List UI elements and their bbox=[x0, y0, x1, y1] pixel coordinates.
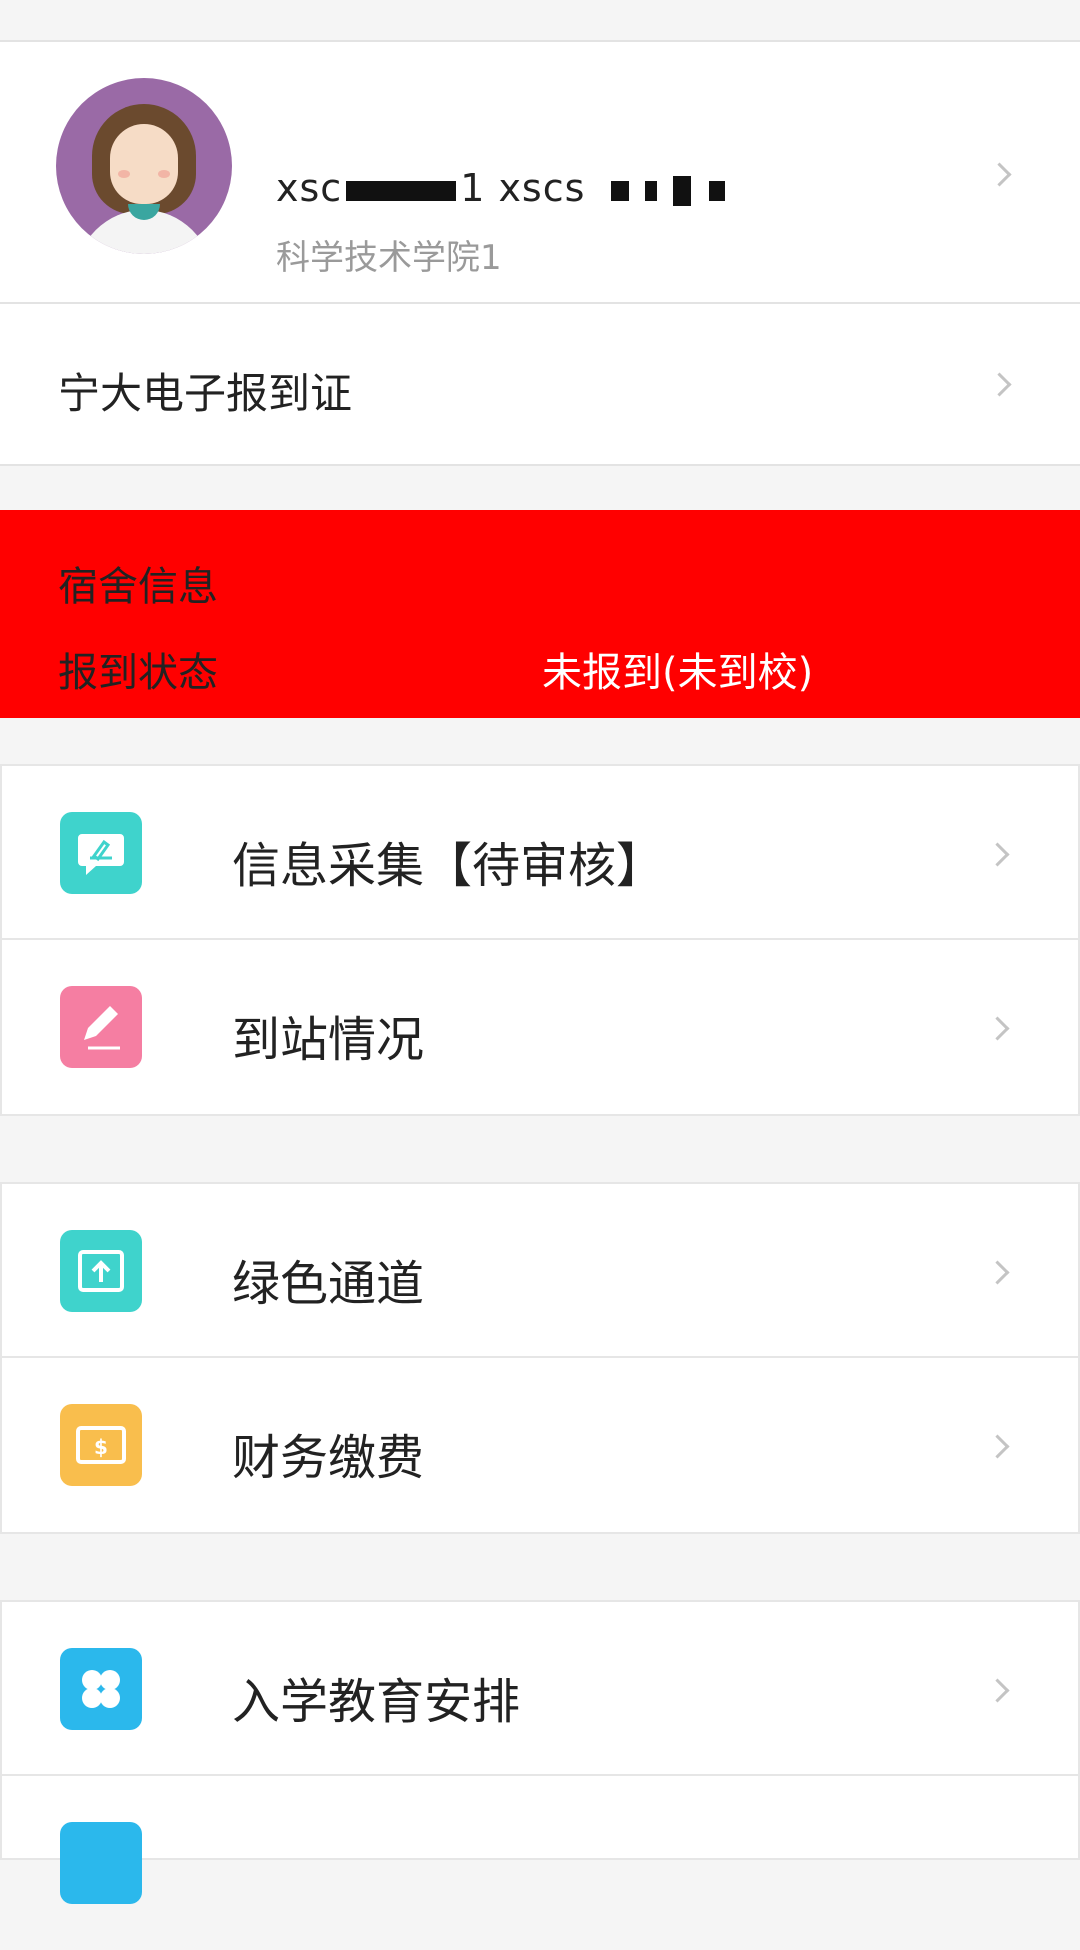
department-label: 科学技术学院1 bbox=[276, 238, 502, 278]
dorm-info-title: 宿舍信息 bbox=[58, 564, 218, 610]
menu-item-arrival-status[interactable]: 到站情况 bbox=[2, 940, 1078, 1114]
menu-item-enrollment-education[interactable]: 入学教育安排 bbox=[2, 1602, 1078, 1776]
registration-status-label: 报到状态 bbox=[58, 650, 218, 696]
redacted-text bbox=[611, 180, 630, 201]
menu-item-green-channel[interactable]: 绿色通道 bbox=[2, 1184, 1078, 1358]
e-registration-row[interactable]: 宁大电子报到证 bbox=[0, 302, 1080, 466]
e-registration-label: 宁大电子报到证 bbox=[58, 369, 353, 418]
chevron-right-icon bbox=[987, 162, 1012, 187]
chevron-right-icon bbox=[985, 842, 1010, 867]
chevron-right-icon bbox=[985, 1678, 1010, 1703]
chat-edit-icon bbox=[60, 812, 142, 894]
profile-row[interactable]: xsc 1 xscs 科学技术学院1 bbox=[0, 40, 1080, 304]
menu-item-label: 绿色通道 bbox=[232, 1256, 425, 1312]
grid-icon bbox=[60, 1648, 142, 1730]
redacted-text bbox=[645, 180, 658, 201]
user-name-middle: 1 xscs bbox=[460, 166, 586, 210]
chevron-right-icon bbox=[985, 1260, 1010, 1285]
menu-item-label: 财务缴费 bbox=[232, 1430, 425, 1486]
menu-item-info-collection[interactable]: 信息采集【待审核】 bbox=[2, 766, 1078, 940]
chevron-right-icon bbox=[985, 1434, 1010, 1459]
menu-group-1: 信息采集【待审核】 到站情况 bbox=[0, 764, 1080, 1116]
chevron-right-icon bbox=[985, 1016, 1010, 1041]
menu-item-label: 信息采集【待审核】 bbox=[232, 838, 665, 894]
registration-status-value: 未报到(未到校) bbox=[542, 650, 814, 696]
dollar-icon: $ bbox=[60, 1404, 142, 1486]
menu-item-next[interactable] bbox=[2, 1776, 1078, 1950]
menu-item-label: 入学教育安排 bbox=[232, 1674, 521, 1730]
svg-text:$: $ bbox=[94, 1435, 108, 1459]
menu-item-label: 到站情况 bbox=[232, 1012, 425, 1068]
chevron-right-icon bbox=[987, 372, 1012, 397]
dorm-info-panel: 宿舍信息 报到状态 未报到(未到校) bbox=[0, 510, 1080, 718]
user-name-prefix: xsc bbox=[276, 166, 343, 210]
redacted-text bbox=[346, 180, 457, 201]
user-name: xsc 1 xscs bbox=[276, 166, 726, 210]
avatar bbox=[56, 78, 232, 254]
upload-icon bbox=[60, 1230, 142, 1312]
menu-item-finance-payment[interactable]: $ 财务缴费 bbox=[2, 1358, 1078, 1532]
menu-group-3: 入学教育安排 bbox=[0, 1600, 1080, 1904]
menu-group-2: 绿色通道 $ 财务缴费 bbox=[0, 1182, 1080, 1534]
app-icon bbox=[60, 1822, 142, 1904]
pencil-icon bbox=[60, 986, 142, 1068]
redacted-text bbox=[709, 180, 726, 201]
redacted-text bbox=[673, 175, 692, 206]
